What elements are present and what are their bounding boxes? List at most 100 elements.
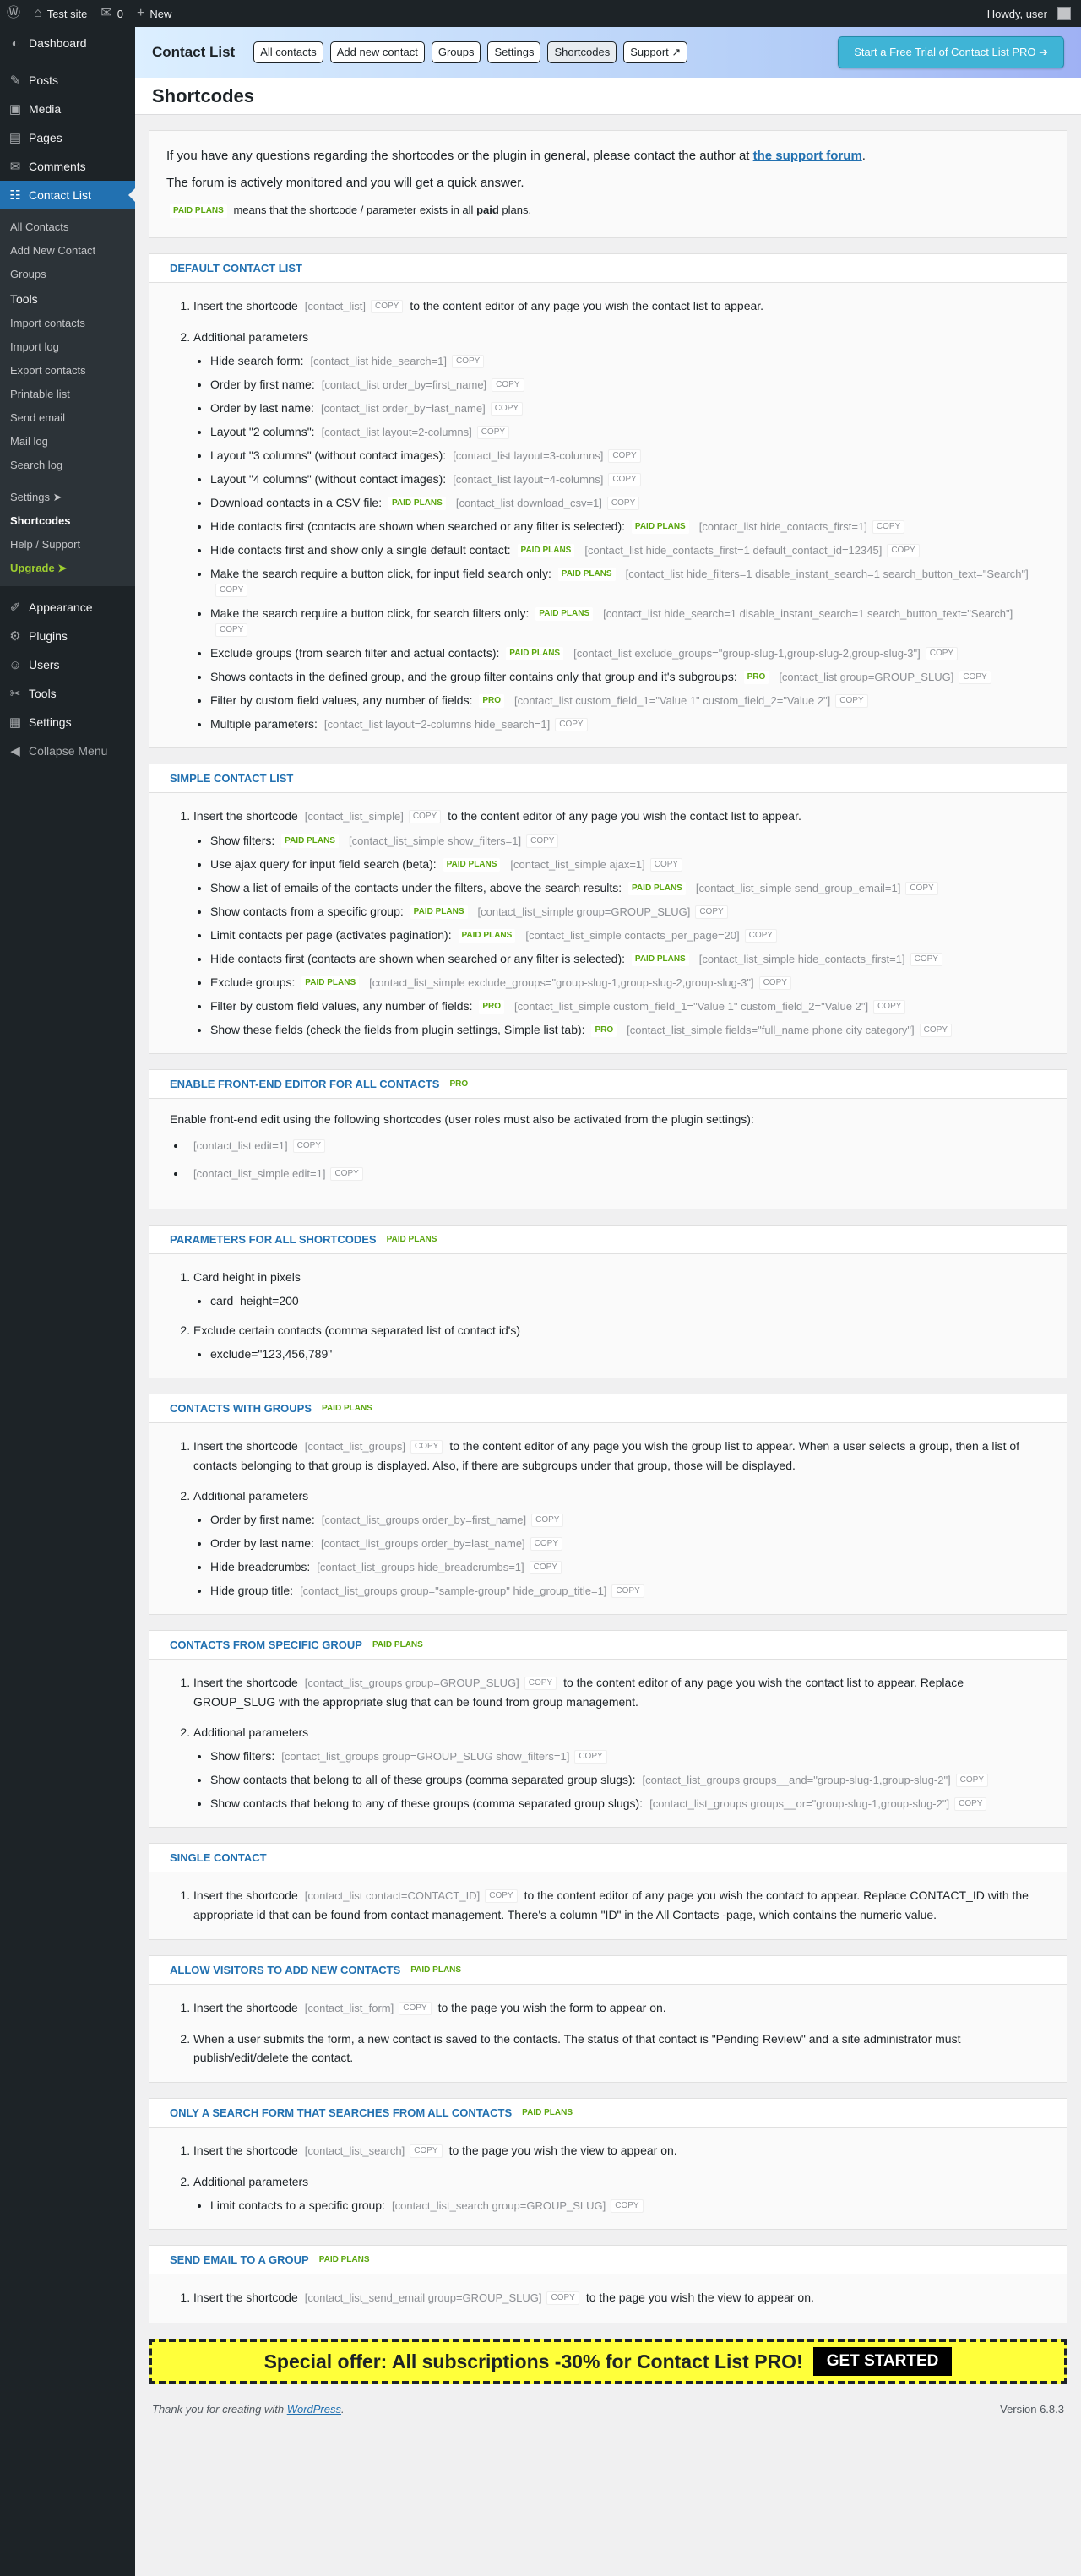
copy-button[interactable]: COPY (492, 378, 524, 393)
copy-button[interactable]: COPY (452, 355, 485, 369)
copy-button[interactable]: COPY (919, 1024, 952, 1038)
submenu-item-help-support[interactable]: Help / Support (0, 533, 135, 557)
copy-button[interactable]: COPY (608, 449, 641, 464)
shortcode-text: [contact_list_simple edit=1] (193, 1167, 326, 1180)
copy-button[interactable]: COPY (529, 1561, 562, 1575)
topbar-button-settings[interactable]: Settings (487, 41, 541, 63)
copy-button[interactable]: COPY (611, 2199, 644, 2214)
sidebar-item-pages[interactable]: ▤ Pages (0, 123, 135, 152)
parameter-item: Hide contacts first (contacts are shown … (210, 519, 1046, 535)
submenu-item-printable-list[interactable]: Printable list (0, 383, 135, 406)
copy-button[interactable]: COPY (292, 1139, 325, 1154)
submenu-item-search-log[interactable]: Search log (0, 454, 135, 477)
copy-button[interactable]: COPY (872, 520, 905, 535)
copy-button[interactable]: COPY (330, 1167, 363, 1182)
copy-button[interactable]: COPY (758, 976, 791, 991)
copy-button[interactable]: COPY (955, 1774, 989, 1788)
sidebar-item-media[interactable]: ▣ Media (0, 95, 135, 123)
submenu-item-export-contacts[interactable]: Export contacts (0, 359, 135, 383)
user-menu[interactable]: Howdy, user (981, 0, 1081, 27)
parameter-item: Show filters: [contact_list_groups group=… (210, 1748, 1046, 1764)
topbar-button-support[interactable]: Support ↗ (623, 41, 688, 63)
topbar-button-add-new-contact[interactable]: Add new contact (329, 41, 425, 63)
copy-button[interactable]: COPY (925, 647, 959, 661)
copy-button[interactable]: COPY (410, 2144, 443, 2159)
copy-button[interactable]: COPY (606, 497, 640, 511)
copy-button[interactable]: COPY (485, 1889, 518, 1904)
copy-button[interactable]: COPY (744, 929, 777, 943)
copy-button[interactable]: COPY (476, 426, 510, 440)
submenu-item-send-email[interactable]: Send email (0, 406, 135, 430)
copy-button[interactable]: COPY (531, 1514, 564, 1528)
copy-button[interactable]: COPY (215, 584, 248, 598)
copy-button[interactable]: COPY (910, 953, 942, 967)
parameter-item: Layout "3 columns" (without contact imag… (210, 448, 1046, 464)
copy-button[interactable]: COPY (410, 1440, 443, 1454)
submenu-item-add-new-contact[interactable]: Add New Contact (0, 239, 135, 263)
submenu-item-mail-log[interactable]: Mail log (0, 430, 135, 454)
sidebar-item-dashboard[interactable]: ◐ Dashboard (0, 29, 135, 57)
copy-button[interactable]: COPY (649, 858, 683, 872)
shortcode-text: [contact_list layout=2-columns] (321, 426, 472, 438)
submenu-item-upgrade[interactable]: Upgrade ➤ (0, 557, 135, 580)
copy-button[interactable]: COPY (399, 2002, 432, 2016)
admin-bar: Ⓦ ⌂ Test site ✉ 0 + New Howdy, user (0, 0, 1081, 27)
submenu-item-all-contacts[interactable]: All Contacts (0, 215, 135, 239)
copy-button[interactable]: COPY (608, 473, 641, 487)
copy-button[interactable]: COPY (695, 905, 728, 920)
copy-button[interactable]: COPY (546, 2291, 579, 2306)
copy-button[interactable]: COPY (555, 718, 588, 732)
submenu-item-import-log[interactable]: Import log (0, 335, 135, 359)
comments-link[interactable]: ✉ 0 (94, 0, 130, 27)
copy-button[interactable]: COPY (887, 544, 920, 558)
copy-button[interactable]: COPY (524, 1677, 557, 1691)
parameter-item: Hide breadcrumbs: [contact_list_groups hi… (210, 1559, 1046, 1575)
sidebar-item-collapse-menu[interactable]: ◀ Collapse Menu (0, 736, 135, 765)
get-started-button[interactable]: GET STARTED (812, 2347, 953, 2376)
copy-button[interactable]: COPY (215, 623, 248, 638)
copy-button[interactable]: COPY (574, 1750, 607, 1764)
special-offer-banner[interactable]: Special offer: All subscriptions -30% fo… (149, 2339, 1067, 2384)
copy-button[interactable]: COPY (905, 882, 938, 896)
support-forum-link[interactable]: the support forum (753, 149, 862, 163)
sidebar-item-tools[interactable]: ✂ Tools (0, 679, 135, 708)
section-body: Insert the shortcode [contact_list contac… (149, 1872, 1067, 1939)
topbar-button-groups[interactable]: Groups (431, 41, 481, 63)
topbar-button-all-contacts[interactable]: All contacts (253, 41, 323, 63)
sidebar-item-appearance[interactable]: ✐ Appearance (0, 593, 135, 622)
submenu-item-tools[interactable]: Tools (0, 286, 135, 312)
sidebar-item-settings[interactable]: ▦ Settings (0, 708, 135, 736)
parameter-item: Layout "2 columns": [contact_list layout=… (210, 424, 1046, 440)
start-trial-button[interactable]: Start a Free Trial of Contact List PRO ➔ (838, 36, 1064, 68)
wp-logo-icon[interactable]: Ⓦ (0, 0, 27, 27)
copy-button[interactable]: COPY (530, 1537, 563, 1552)
submenu-item-groups[interactable]: Groups (0, 263, 135, 286)
sidebar-item-posts[interactable]: ✎ Posts (0, 66, 135, 95)
topbar-button-shortcodes[interactable]: Shortcodes (547, 41, 617, 63)
sidebar-item-contact-list[interactable]: ☷ Contact List (0, 181, 135, 209)
copy-button[interactable]: COPY (526, 834, 559, 849)
sidebar-item-users[interactable]: ☺ Users (0, 650, 135, 679)
copy-button[interactable]: COPY (490, 402, 524, 416)
site-name-link[interactable]: ⌂ Test site (27, 0, 94, 27)
submenu-item-settings[interactable]: Settings ➤ (0, 486, 135, 509)
submenu-item-shortcodes[interactable]: Shortcodes (0, 509, 135, 533)
sidebar-item-label: Pages (29, 131, 62, 144)
step-item: Insert the shortcode [contact_list_groups… (193, 1437, 1046, 1475)
step-item: Insert the shortcode [contact_list_send_e… (193, 2288, 1046, 2307)
shortcode-text: [contact_list group=GROUP_SLUG] (779, 671, 954, 683)
copy-button[interactable]: COPY (408, 810, 442, 824)
copy-button[interactable]: COPY (611, 1584, 644, 1599)
paid-plans-badge: PAID PLANS (388, 497, 446, 511)
copy-button[interactable]: COPY (959, 671, 991, 685)
new-content-link[interactable]: + New (130, 0, 178, 27)
copy-button[interactable]: COPY (835, 694, 868, 709)
sidebar-item-comments[interactable]: ✉ Comments (0, 152, 135, 181)
sidebar-item-plugins[interactable]: ⚙ Plugins (0, 622, 135, 650)
copy-button[interactable]: COPY (954, 1797, 987, 1812)
copy-button[interactable]: COPY (873, 1000, 906, 1014)
paid-plans-badge: PAID PLANS (535, 607, 594, 622)
submenu-item-import-contacts[interactable]: Import contacts (0, 312, 135, 335)
copy-button[interactable]: COPY (371, 300, 404, 314)
wordpress-link[interactable]: WordPress (287, 2403, 341, 2416)
